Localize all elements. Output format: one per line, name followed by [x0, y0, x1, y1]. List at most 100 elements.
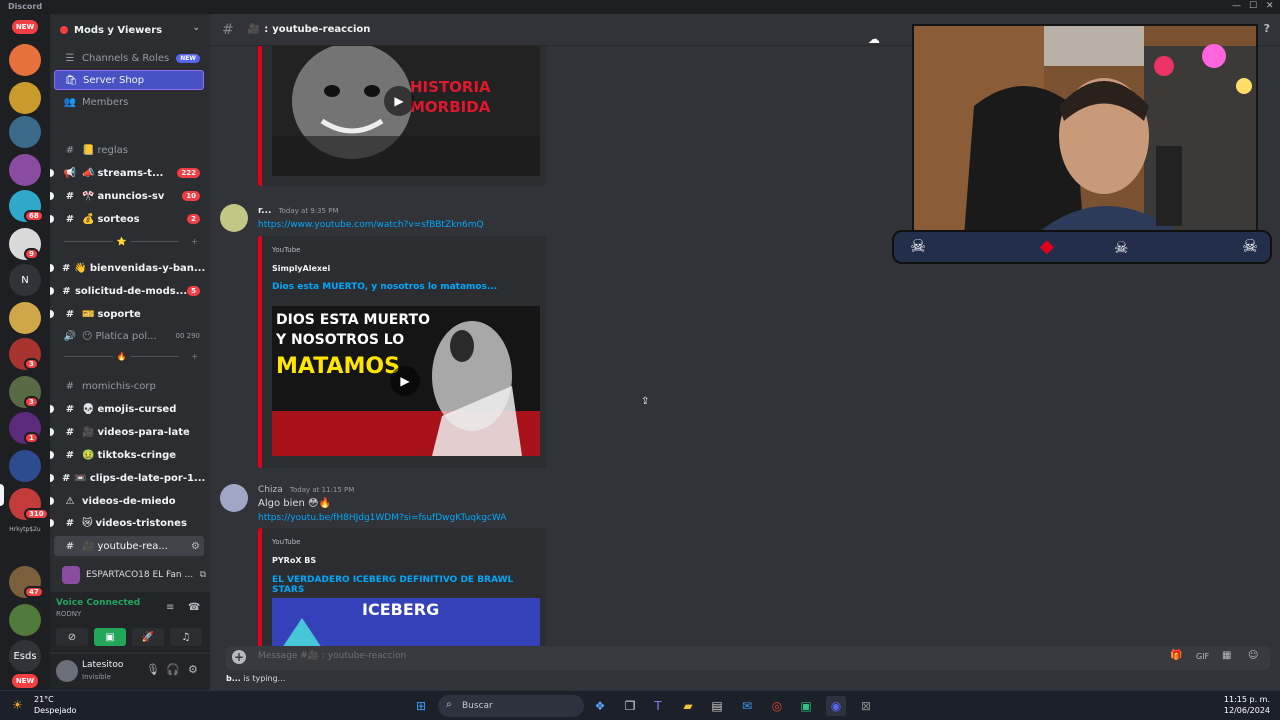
- thumb-title-1: ICEBERG: [362, 600, 440, 619]
- noise-suppression-icon[interactable]: ≡: [166, 602, 174, 613]
- video-thumbnail[interactable]: DIOS ESTA MUERTO Y NOSOTROS LO MATAMOS ▶: [272, 306, 540, 456]
- channel-soporte[interactable]: # 🎫 soporte: [50, 304, 204, 324]
- channel-bienvenidas-y-ban[interactable]: # 👋 bienvenidas-y-ban...: [50, 258, 205, 278]
- embed-author[interactable]: PYRoX BS: [272, 556, 316, 565]
- help-icon[interactable]: ?: [1264, 22, 1270, 35]
- category-separator[interactable]: 🔥 +: [60, 349, 198, 363]
- embed-provider[interactable]: YouTube: [272, 538, 300, 546]
- channel-sorteos[interactable]: # 💰 sorteos 2: [50, 209, 204, 229]
- add-channel-icon[interactable]: +: [191, 237, 198, 246]
- chevron-down-icon[interactable]: ⌄: [192, 23, 200, 33]
- channel-streams-t[interactable]: 📢 📣 streams-t... 222: [50, 163, 204, 183]
- avatar[interactable]: [220, 484, 248, 512]
- channel-settings-gear-icon[interactable]: ⚙: [191, 541, 200, 552]
- sticker-icon[interactable]: ▦: [1222, 650, 1231, 661]
- screen-share-button[interactable]: ▣: [94, 628, 126, 646]
- text-channel-icon: #: [65, 540, 75, 552]
- new-server-pill[interactable]: NEW: [12, 674, 38, 688]
- close-button[interactable]: ✕: [1266, 1, 1274, 11]
- app-icon[interactable]: ⊠: [856, 696, 876, 716]
- play-icon[interactable]: ▶: [384, 86, 414, 116]
- weather-widget[interactable]: 21°C Despejado: [34, 694, 76, 716]
- widgets-icon[interactable]: ❖: [590, 696, 610, 716]
- server-folder-label[interactable]: Hrkytp$2u: [2, 526, 48, 533]
- microphone-icon[interactable]: 🎙: [146, 663, 160, 676]
- mail-icon[interactable]: ✉: [737, 696, 757, 716]
- screen-share-icon[interactable]: ⧉: [200, 570, 206, 580]
- embed-title[interactable]: Dios esta MUERTO, y nosotros lo matamos.…: [272, 282, 497, 292]
- channel-videos-de-miedo[interactable]: ⚠ videos-de-miedo: [50, 491, 204, 511]
- members-link[interactable]: 👥 Members: [54, 92, 204, 112]
- channel-anuncios-sv[interactable]: # 🎌 anuncios-sv 10: [50, 186, 204, 206]
- activity-button[interactable]: 🚀: [132, 628, 164, 646]
- dm-row[interactable]: ESPARTACO18 EL Fan ... ⧉: [54, 565, 206, 585]
- channel-reglas[interactable]: # 📒 reglas: [54, 140, 204, 160]
- channel-tiktoks-cringe[interactable]: # 🤢 tiktoks-cringe: [50, 445, 204, 465]
- channels-roles-link[interactable]: ☰ Channels & Roles NEW: [54, 48, 204, 68]
- emoji-icon[interactable]: ☺: [1248, 650, 1258, 661]
- camera-off-button[interactable]: ⊘: [56, 628, 88, 646]
- channel-header-name: youtube-reaccion: [272, 24, 371, 35]
- channel-mention-badge: 5: [187, 286, 200, 296]
- message-author[interactable]: r... Today at 9:35 PM: [258, 206, 339, 216]
- user-avatar[interactable]: [56, 660, 78, 682]
- gif-icon[interactable]: GIF: [1196, 652, 1209, 661]
- message-link[interactable]: https://www.youtube.com/watch?v=sfBBtZkn…: [258, 220, 484, 230]
- taskbar-search[interactable]: ⌕ Buscar: [438, 695, 584, 717]
- gift-icon[interactable]: 🎁: [1170, 650, 1182, 661]
- disconnect-icon[interactable]: ☎: [188, 602, 200, 613]
- windows-start-icon[interactable]: ⊞: [411, 696, 431, 716]
- avatar[interactable]: [220, 204, 248, 232]
- server-icon[interactable]: [9, 44, 41, 76]
- soundboard-button[interactable]: ♫: [170, 628, 202, 646]
- maximize-button[interactable]: ☐: [1249, 1, 1257, 11]
- ghost-icon: ☁: [868, 32, 880, 46]
- channel-emojis-cursed[interactable]: # 💀 emojis-cursed: [50, 399, 204, 419]
- video-thumbnail[interactable]: ICEBERG: [272, 598, 540, 646]
- server-icon[interactable]: [9, 604, 41, 636]
- play-icon[interactable]: ▶: [390, 366, 420, 396]
- server-icon[interactable]: N: [9, 264, 41, 296]
- file-explorer-icon[interactable]: ▰: [678, 696, 698, 716]
- settings-gear-icon[interactable]: ⚙: [188, 663, 198, 676]
- teams-icon[interactable]: T: [648, 696, 668, 716]
- add-channel-icon[interactable]: +: [191, 352, 198, 361]
- video-thumbnail[interactable]: HISTORIA MORBIDA ▶: [272, 46, 540, 176]
- message-composer[interactable]: + Message #🎥 : youtube-reaccion 🎁 GIF ▦ …: [226, 646, 1270, 670]
- channel-header-colon: :: [264, 24, 269, 35]
- task-view-icon[interactable]: ❐: [620, 696, 640, 716]
- server-icon[interactable]: [9, 154, 41, 186]
- discord-taskbar-icon[interactable]: ◉: [826, 696, 846, 716]
- server-icon[interactable]: Esds: [9, 640, 41, 672]
- channel-platica-pol[interactable]: 🔊 😶 Platica pol... 00 290: [54, 326, 204, 346]
- server-shop-link[interactable]: 🛍 Server Shop: [54, 70, 204, 90]
- text-channel-icon: 📢: [63, 167, 77, 179]
- channel-videos-tristones[interactable]: # 😿 videos-tristones: [50, 513, 204, 533]
- embed-title[interactable]: EL VERDADERO ICEBERG DEFINITIVO DE BRAWL…: [272, 575, 546, 595]
- server-icon[interactable]: [9, 450, 41, 482]
- category-separator[interactable]: ⭐ +: [60, 234, 198, 248]
- server-icon[interactable]: [9, 82, 41, 114]
- server-icon[interactable]: [9, 302, 41, 334]
- headphones-icon[interactable]: 🎧: [166, 663, 180, 676]
- message-author[interactable]: Chiza Today at 11:15 PM: [258, 485, 354, 495]
- chrome-icon[interactable]: ◎: [767, 696, 787, 716]
- text-channel-icon: ⚠: [65, 495, 75, 507]
- app-icon[interactable]: ▣: [796, 696, 816, 716]
- new-tag: NEW: [176, 53, 200, 63]
- attach-plus-icon[interactable]: +: [232, 650, 246, 664]
- channel-videos-para-late[interactable]: # 🎥 videos-para-late: [50, 422, 204, 442]
- server-icon[interactable]: [9, 116, 41, 148]
- new-server-pill[interactable]: NEW: [12, 20, 38, 34]
- message-link[interactable]: https://youtu.be/fH8HJdg1WDM?si=fsufDwgK…: [258, 513, 506, 523]
- embed-author[interactable]: SimplyAlexei: [272, 264, 330, 273]
- minimize-button[interactable]: —: [1232, 1, 1241, 11]
- system-clock[interactable]: 11:15 p. m. 12/06/2024: [1224, 694, 1270, 716]
- store-icon[interactable]: ▤: [707, 696, 727, 716]
- channel-clips-de-late-por-1[interactable]: # 📼 clips-de-late-por-1...: [50, 468, 205, 488]
- channel-youtube-rea[interactable]: # 🎥 youtube-rea... ⚙: [54, 536, 204, 556]
- channel-momichis-corp[interactable]: # momichis-corp: [54, 376, 204, 396]
- server-header[interactable]: Mods y Viewers ⌄: [50, 14, 210, 46]
- embed-provider[interactable]: YouTube: [272, 246, 300, 254]
- channel-solicitud-de-mods[interactable]: # solicitud-de-mods... 5: [50, 281, 204, 301]
